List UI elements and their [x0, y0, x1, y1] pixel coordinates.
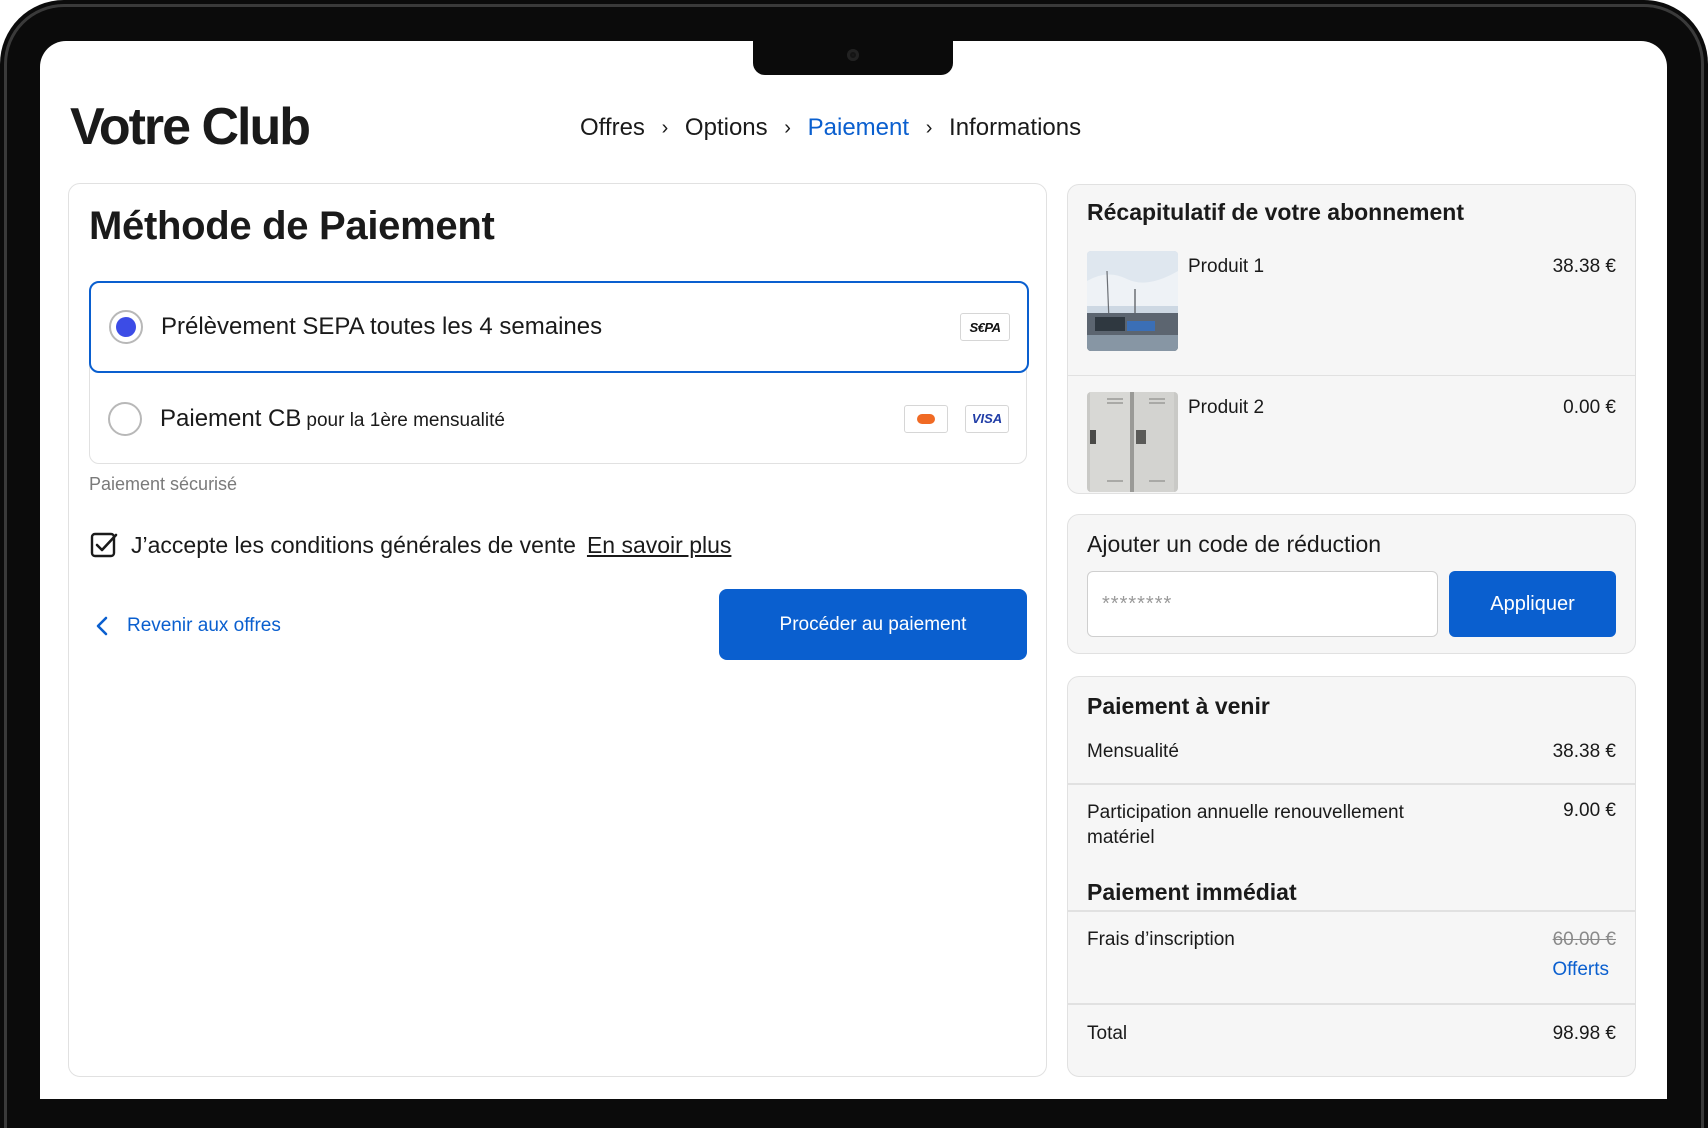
- terms-text: J’accepte les conditions générales de ve…: [131, 531, 576, 558]
- chevron-right-icon: ›: [784, 116, 791, 139]
- checkbox-checked-icon[interactable]: [89, 530, 119, 560]
- product-row: Produit 1 38.38 €: [1068, 244, 1635, 376]
- upcoming-payment-panel: Paiement à venir Mensualité 38.38 € Part…: [1067, 676, 1636, 1077]
- radio-cb[interactable]: [108, 401, 142, 436]
- participation-label: Participation annuelle renouvellement ma…: [1087, 802, 1404, 848]
- product-2-image: [1087, 392, 1178, 492]
- payment-option-cb-label-wrap: Paiement CB pour la 1ère mensualité: [160, 405, 505, 433]
- product-1-image: [1087, 251, 1178, 351]
- subscription-summary-panel: Récapitulatif de votre abonnement Produi…: [1067, 184, 1636, 494]
- payment-option-sepa[interactable]: Prélèvement SEPA toutes les 4 semaines S…: [89, 281, 1029, 373]
- payment-options: Paiement CB pour la 1ère mensualité VISA …: [89, 281, 1029, 464]
- radio-selected-dot: [116, 317, 136, 337]
- visa-icon: VISA: [965, 404, 1009, 433]
- participation-value: 9.00 €: [1563, 800, 1616, 821]
- total-value: 98.98 €: [1552, 1023, 1616, 1044]
- apply-discount-button[interactable]: Appliquer: [1449, 571, 1616, 637]
- registration-label: Frais d’inscription: [1087, 929, 1235, 950]
- proceed-payment-button[interactable]: Procéder au paiement: [719, 589, 1027, 660]
- device-frame: Votre Club Offres › Options › Paiement ›…: [0, 0, 1708, 1128]
- product-row: Produit 2 0.00 €: [1068, 376, 1635, 508]
- breadcrumb-offres[interactable]: Offres: [580, 114, 645, 142]
- sepa-icon: S€PA: [960, 313, 1010, 341]
- payment-option-cb-sublabel: pour la 1ère mensualité: [306, 409, 505, 431]
- divider: [1068, 783, 1635, 785]
- product-name: Produit 2: [1188, 397, 1265, 418]
- total-label: Total: [1087, 1023, 1128, 1044]
- camera-notch: [753, 41, 953, 75]
- upcoming-payment-title: Paiement à venir: [1087, 693, 1270, 719]
- divider: [1068, 1003, 1635, 1005]
- immediate-payment-title: Paiement immédiat: [1087, 879, 1297, 905]
- payment-option-cb[interactable]: Paiement CB pour la 1ère mensualité VISA: [90, 373, 1026, 464]
- divider: [1068, 910, 1635, 912]
- monthly-value: 38.38 €: [1552, 741, 1616, 762]
- radio-sepa[interactable]: [109, 310, 143, 344]
- terms-row: J’accepte les conditions générales de ve…: [89, 530, 731, 560]
- breadcrumb-paiement[interactable]: Paiement: [808, 114, 909, 142]
- registration-old-price: 60.00 €: [1552, 929, 1616, 950]
- back-to-offers-link[interactable]: Revenir aux offres: [93, 614, 281, 638]
- chevron-right-icon: ›: [661, 116, 669, 139]
- chevron-left-icon: [96, 616, 108, 636]
- terms-more-link[interactable]: En savoir plus: [587, 532, 731, 559]
- discount-code-input[interactable]: [1087, 571, 1438, 637]
- summary-title: Récapitulatif de votre abonnement: [1087, 199, 1465, 225]
- secure-payment-text: Paiement sécurisé: [89, 474, 238, 494]
- discount-code-panel: Ajouter un code de réduction Appliquer: [1067, 514, 1636, 654]
- camera-icon: [847, 49, 859, 61]
- registration-row: Frais d’inscription 60.00 € Offerts: [1068, 929, 1635, 989]
- payment-option-sepa-label: Prélèvement SEPA toutes les 4 semaines: [161, 313, 603, 340]
- breadcrumb-informations[interactable]: Informations: [949, 114, 1081, 142]
- chevron-right-icon: ›: [925, 116, 933, 139]
- sepa-icons: S€PA: [960, 313, 1010, 341]
- club-logo[interactable]: Votre Club: [70, 97, 311, 157]
- payment-option-cb-label: Paiement CB: [160, 404, 302, 432]
- screen: Votre Club Offres › Options › Paiement ›…: [40, 41, 1667, 1099]
- discount-title: Ajouter un code de réduction: [1087, 531, 1382, 557]
- mastercard-icon: [904, 404, 948, 433]
- registration-offered: Offerts: [1552, 959, 1609, 980]
- breadcrumb-options[interactable]: Options: [685, 114, 768, 142]
- product-price: 0.00 €: [1563, 397, 1616, 418]
- card-icons: VISA: [904, 404, 1009, 433]
- product-name: Produit 1: [1188, 256, 1265, 277]
- payment-method-panel: Méthode de Paiement Paiement CB pour la 1…: [68, 183, 1047, 1077]
- product-price: 38.38 €: [1552, 256, 1616, 277]
- breadcrumb: Offres › Options › Paiement › Informatio…: [580, 114, 1081, 142]
- back-to-offers-label: Revenir aux offres: [127, 615, 281, 636]
- payment-method-title: Méthode de Paiement: [89, 204, 495, 248]
- monthly-label: Mensualité: [1087, 741, 1179, 762]
